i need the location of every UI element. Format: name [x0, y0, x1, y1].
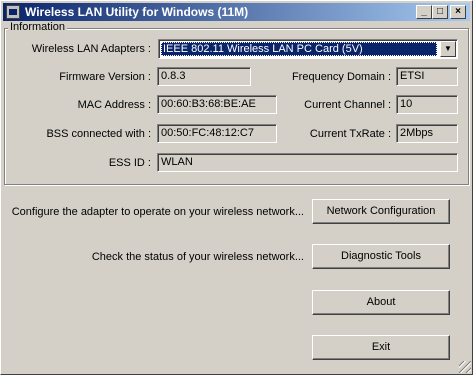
channel-field: 10	[396, 95, 458, 114]
channel-label: Current Channel :	[304, 99, 391, 111]
adapters-label: Wireless LAN Adapters :	[31, 43, 151, 55]
chevron-down-icon[interactable]: ▼	[440, 41, 456, 57]
exit-button[interactable]: Exit	[312, 335, 450, 360]
close-button[interactable]: ×	[450, 5, 466, 19]
information-group-label: Information	[8, 21, 68, 33]
about-button[interactable]: About	[312, 290, 450, 315]
firmware-field: 0.8.3	[157, 67, 251, 86]
title-bar[interactable]: Wireless LAN Utility for Windows (11M) _…	[3, 3, 470, 21]
mac-label: MAC Address :	[77, 99, 151, 111]
app-icon[interactable]	[6, 5, 20, 19]
bss-field: 00:50:FC:48:12:C7	[157, 124, 277, 143]
status-description: Check the status of your wireless networ…	[91, 251, 304, 263]
adapter-selected-value[interactable]: IEEE 802.11 Wireless LAN PC Card (5V)	[161, 42, 437, 56]
firmware-label: Firmware Version :	[59, 71, 151, 83]
bss-label: BSS connected with :	[46, 128, 151, 140]
frequency-label: Frequency Domain :	[291, 71, 391, 83]
adapter-select[interactable]: IEEE 802.11 Wireless LAN PC Card (5V) ▼	[158, 39, 458, 59]
txrate-field: 2Mbps	[396, 124, 458, 143]
minimize-button[interactable]: _	[416, 5, 432, 19]
window-title: Wireless LAN Utility for Windows (11M)	[25, 5, 249, 19]
txrate-label: Current TxRate :	[309, 128, 391, 140]
diagnostic-tools-button[interactable]: Diagnostic Tools	[312, 244, 450, 269]
network-configuration-button[interactable]: Network Configuration	[312, 199, 450, 224]
maximize-button[interactable]: □	[432, 5, 448, 19]
mac-field: 00:60:B3:68:BE:AE	[157, 95, 277, 114]
configure-description: Configure the adapter to operate on your…	[11, 206, 304, 218]
essid-field: WLAN	[157, 153, 458, 172]
essid-label: ESS ID :	[108, 157, 151, 169]
frequency-field: ETSI	[396, 67, 458, 86]
resize-grip[interactable]	[459, 361, 471, 373]
